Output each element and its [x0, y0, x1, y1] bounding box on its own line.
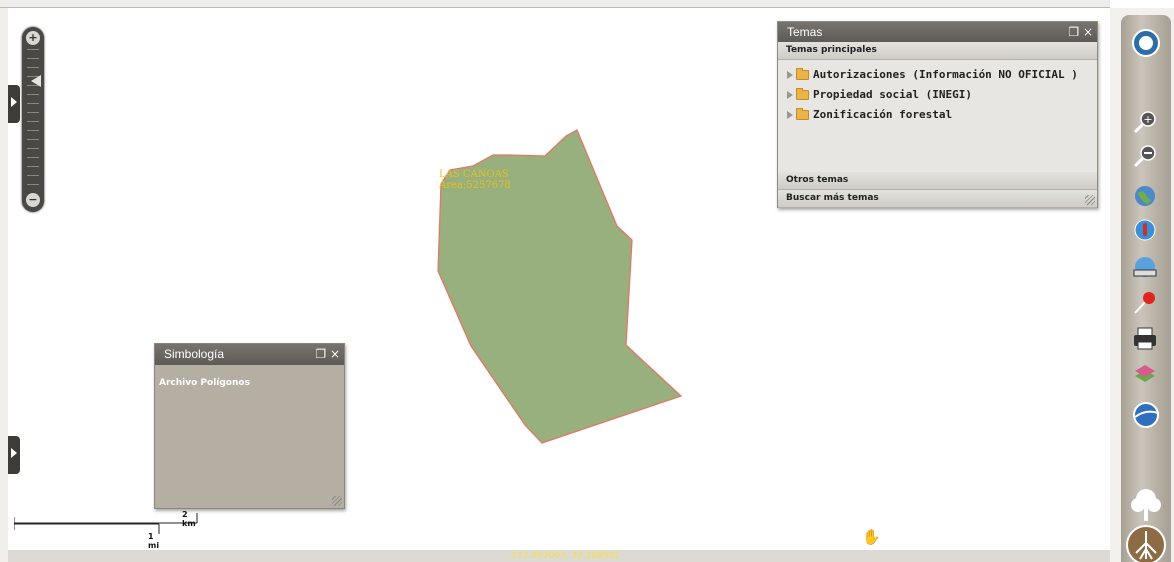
- right-toolbar: +: [1121, 15, 1171, 562]
- close-icon[interactable]: ×: [1083, 25, 1093, 39]
- temas-panel: Temas ❐ × Temas principales Autorizacion…: [777, 21, 1098, 208]
- pin-icon[interactable]: [1132, 289, 1158, 315]
- tema-item-autorizaciones[interactable]: Autorizaciones (Información NO OFICIAL ): [778, 65, 1097, 85]
- zoom-out-icon[interactable]: [1132, 143, 1158, 169]
- legend-item: Archivo Polígonos: [159, 378, 250, 388]
- chevron-right-icon: [11, 448, 17, 458]
- parcel-label: LAS CANOAS Área:5257678: [439, 169, 511, 191]
- otros-temas-header[interactable]: Otros temas: [778, 172, 1097, 190]
- simbologia-title: Simbología: [164, 347, 225, 361]
- simbologia-title-bar[interactable]: Simbología ❐ ×: [155, 344, 344, 365]
- simbologia-panel: Simbología ❐ × Archivo Polígonos: [154, 343, 345, 509]
- tema-label: Autorizaciones (Información NO OFICIAL ): [813, 68, 1078, 81]
- zoom-in-button[interactable]: +: [26, 31, 40, 45]
- layers-icon[interactable]: [1132, 360, 1158, 386]
- scale-mi-label: 1 mi: [148, 532, 160, 550]
- globe-icon[interactable]: [1132, 183, 1158, 209]
- zoom-in-icon[interactable]: +: [1132, 109, 1158, 135]
- resize-grip-icon[interactable]: [332, 496, 342, 506]
- expand-triangle-icon[interactable]: [787, 111, 793, 119]
- expand-triangle-icon[interactable]: [787, 91, 793, 99]
- coordinates-readout: -117.002003, 32.288581: [508, 551, 621, 561]
- folder-icon: [796, 68, 809, 80]
- temas-list: Autorizaciones (Información NO OFICIAL )…: [778, 60, 1097, 172]
- close-icon[interactable]: ×: [330, 347, 340, 361]
- restore-icon[interactable]: ❐: [315, 347, 326, 361]
- restore-icon[interactable]: ❐: [1068, 25, 1079, 39]
- folder-icon: [796, 88, 809, 100]
- measure-icon[interactable]: [1132, 255, 1158, 281]
- scale-km-label: 2 km: [182, 510, 196, 528]
- resize-grip-icon[interactable]: [1085, 195, 1095, 205]
- zoom-out-button[interactable]: −: [26, 193, 40, 207]
- zoom-slider[interactable]: + −: [22, 27, 44, 212]
- status-bar: -117.002003, 32.288581: [8, 550, 1110, 562]
- buscar-temas-header[interactable]: Buscar más temas: [778, 190, 1097, 208]
- expand-panel-tab-bottom[interactable]: [8, 436, 20, 474]
- logo-icon[interactable]: [1132, 29, 1160, 57]
- hand-icon: ✋: [862, 528, 881, 546]
- tema-item-propiedad-social[interactable]: Propiedad social (INEGI): [778, 85, 1097, 105]
- zoom-ticks: [27, 49, 39, 189]
- zoom-slider-handle[interactable]: [31, 75, 41, 87]
- parcel-area: Área:5257678: [439, 180, 511, 191]
- temas-title-bar[interactable]: Temas ❐ ×: [778, 22, 1097, 42]
- temas-principales-header[interactable]: Temas principales: [778, 42, 1097, 60]
- tema-item-zonificacion[interactable]: Zonificación forestal: [778, 105, 1097, 125]
- google-earth-icon[interactable]: [1132, 401, 1160, 429]
- info-icon[interactable]: [1132, 217, 1158, 243]
- tema-label: Propiedad social (INEGI): [813, 88, 972, 101]
- tree-icon[interactable]: [1129, 483, 1163, 523]
- parcel-name: LAS CANOAS: [439, 169, 509, 180]
- chevron-right-icon: [11, 97, 17, 107]
- svg-text:+: +: [1143, 113, 1152, 126]
- expand-panel-tab-top[interactable]: [8, 85, 20, 123]
- expand-triangle-icon[interactable]: [787, 71, 793, 79]
- folder-icon: [796, 108, 809, 120]
- temas-title: Temas: [787, 25, 823, 39]
- tema-label: Zonificación forestal: [813, 108, 953, 121]
- print-icon[interactable]: [1132, 325, 1158, 351]
- roots-icon[interactable]: [1126, 525, 1166, 562]
